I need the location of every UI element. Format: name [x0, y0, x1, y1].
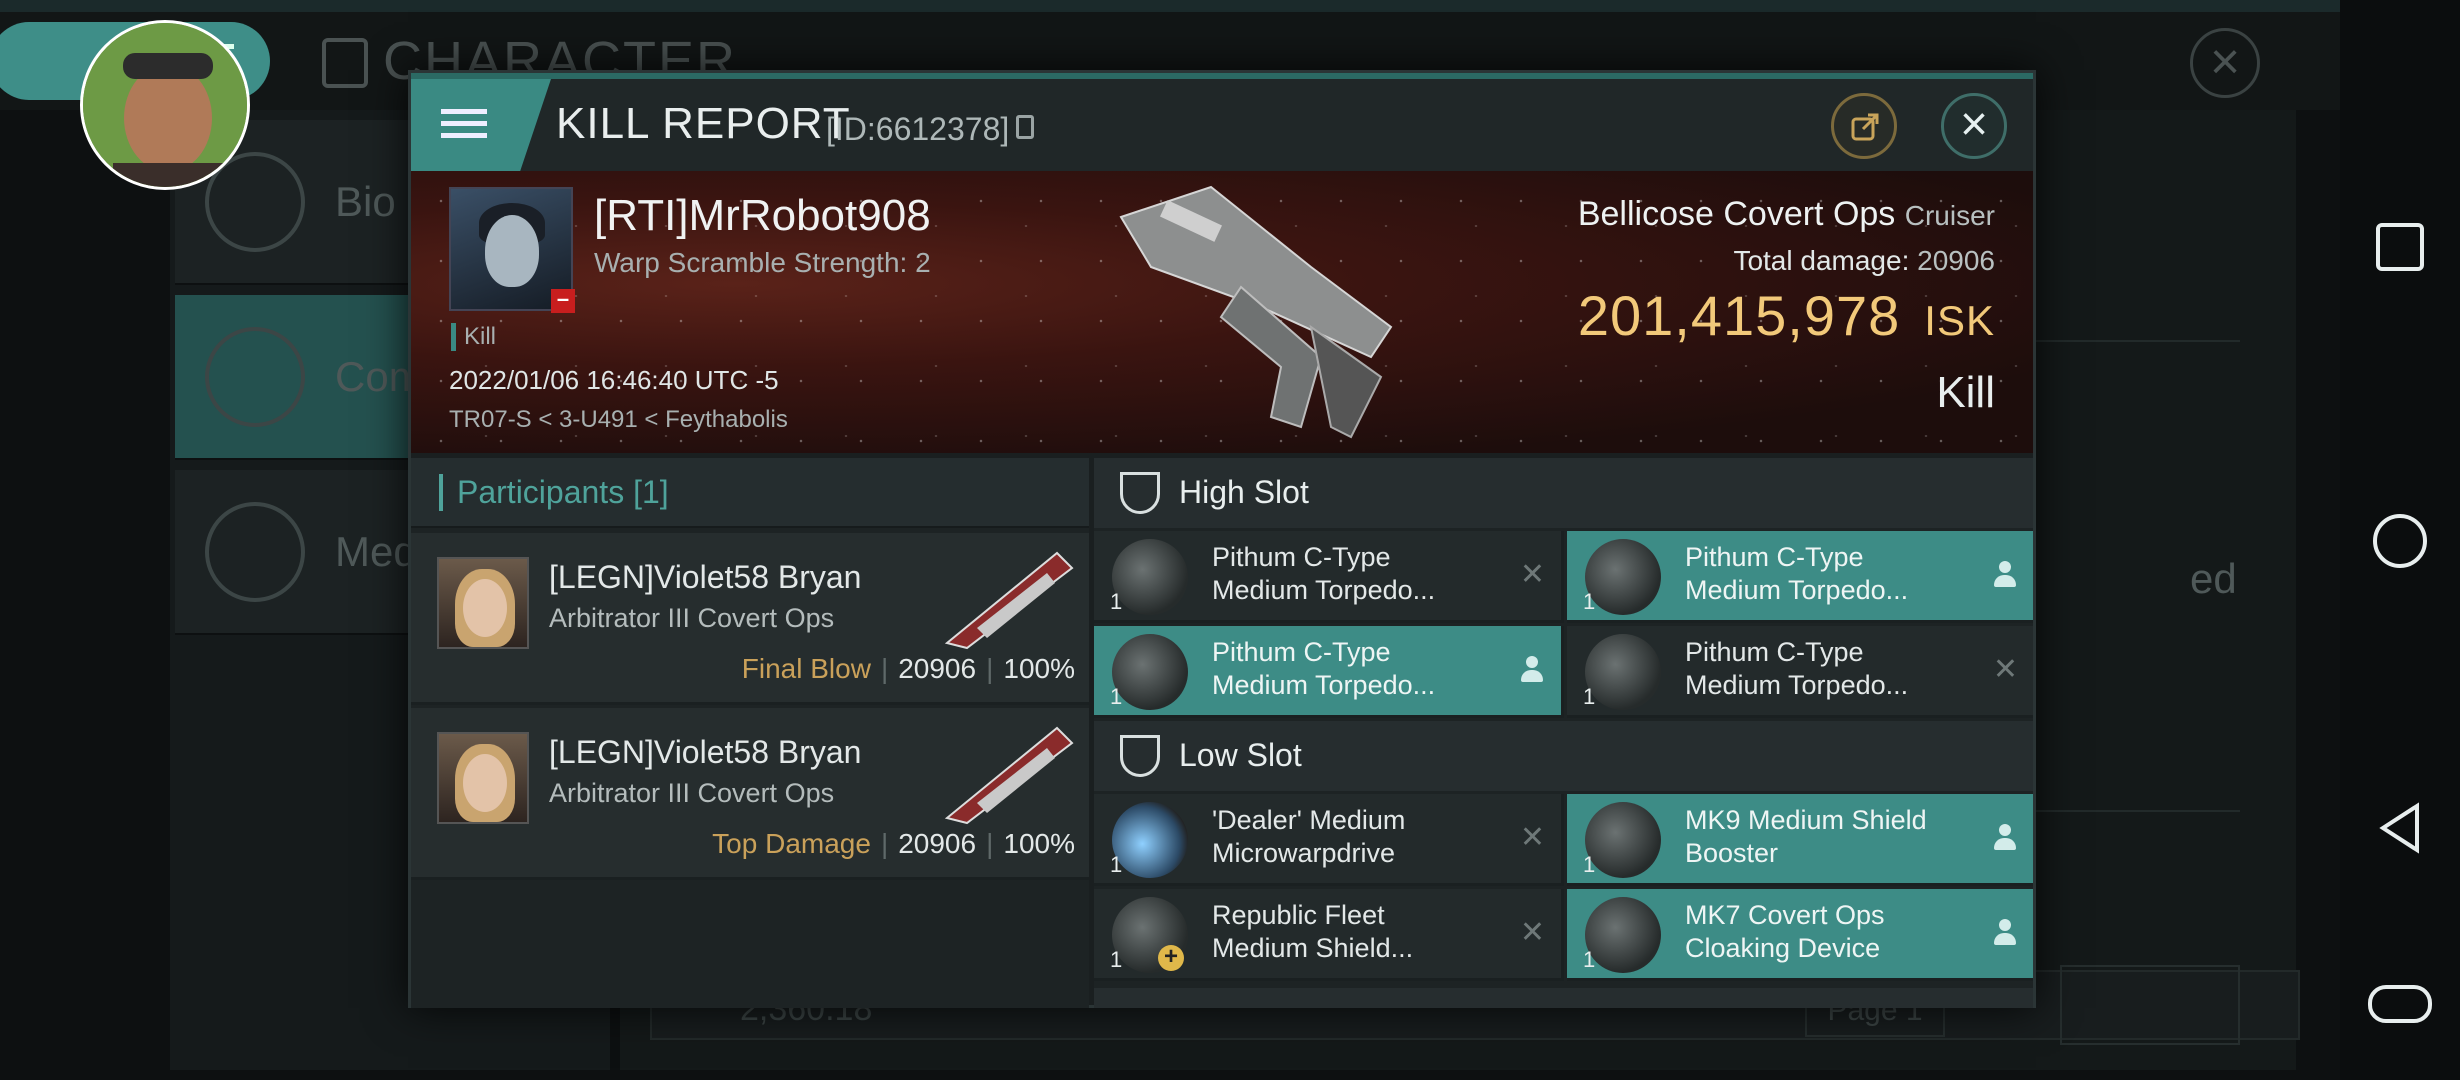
modal-header: KILL REPORT [ID:6612378] ×	[411, 79, 2033, 171]
dropped-person-icon	[1521, 656, 1543, 684]
victim-summary: – [RTI]MrRobot908 Warp Scramble Strength…	[411, 171, 2033, 453]
participant-portrait	[437, 557, 529, 649]
torpedo-launcher-icon	[1585, 539, 1661, 615]
recent-apps-icon[interactable]	[2376, 223, 2424, 271]
cloaking-device-icon	[1585, 897, 1661, 973]
participant-row[interactable]: [LEGN]Violet58 Bryan Arbitrator III Cove…	[411, 708, 1089, 880]
ship-image	[1119, 185, 1393, 439]
kill-id: [ID:6612378]	[826, 111, 1010, 147]
gamepad-icon[interactable]	[2368, 985, 2432, 1023]
background-close-icon[interactable]: ×	[2190, 28, 2260, 98]
plus-icon: +	[1158, 945, 1184, 971]
torpedo-launcher-icon	[1112, 539, 1188, 615]
warp-scramble-strength: Warp Scramble Strength: 2	[594, 247, 931, 278]
low-slot-icon	[1120, 735, 1160, 777]
isk-value: 201,415,978 ISK	[1577, 284, 1995, 347]
streamer-avatar	[80, 20, 250, 190]
torpedo-launcher-icon	[1585, 634, 1661, 710]
microwarpdrive-icon	[1112, 802, 1188, 878]
module-item[interactable]: 1 MK7 Covert Ops Cloaking Device	[1567, 889, 2033, 981]
total-damage: Total damage: 20906	[1733, 245, 1995, 276]
dropped-person-icon	[1994, 561, 2016, 589]
victim-portrait[interactable]: –	[449, 187, 575, 313]
victim-name[interactable]: [RTI]MrRobot908	[594, 191, 931, 241]
dropped-person-icon	[1994, 824, 2016, 852]
android-nav-bar	[2340, 0, 2460, 1080]
module-item[interactable]: 1 Pithum C-Type Medium Torpedo...	[1094, 626, 1564, 718]
filter-icon[interactable]	[2060, 965, 2240, 1045]
close-button[interactable]: ×	[1941, 93, 2007, 159]
kill-location: TR07-S < 3-U491 < Feythabolis	[449, 406, 788, 433]
background-text: ed	[2190, 555, 2237, 602]
copy-icon[interactable]	[1016, 115, 1034, 139]
kill-report-modal: KILL REPORT [ID:6612378] × – [RTI]MrRobo…	[408, 70, 2036, 1008]
participant-row[interactable]: [LEGN]Violet58 Bryan Arbitrator III Cove…	[411, 533, 1089, 705]
kill-tag: Kill	[451, 323, 496, 351]
modal-title: KILL REPORT	[556, 99, 851, 148]
destroyed-icon: ✕	[1992, 653, 2018, 686]
ship-name[interactable]: Bellicose Covert Ops Cruiser	[1578, 195, 1995, 234]
low-slot-header: Low Slot	[1094, 721, 2033, 791]
share-button[interactable]	[1831, 93, 1897, 159]
destroyed-icon: ✕	[1519, 821, 1545, 854]
shield-booster-icon	[1585, 802, 1661, 878]
next-slot-header	[1094, 988, 2033, 1008]
destroyed-icon: ✕	[1519, 558, 1545, 591]
destroyed-icon: ✕	[1519, 916, 1545, 949]
module-item[interactable]: 1 Pithum C-Type Medium Torpedo... ✕	[1567, 626, 2033, 718]
fitting-panel: High Slot 1 Pithum C-Type Medium Torpedo..…	[1094, 458, 2033, 1008]
kill-datetime: 2022/01/06 16:46:40 UTC -5	[449, 365, 779, 395]
module-item[interactable]: +1 Republic Fleet Medium Shield... ✕	[1094, 889, 1564, 981]
kill-result: Kill	[1936, 368, 1995, 417]
share-icon	[1851, 113, 1879, 141]
high-slot-header: High Slot	[1094, 458, 2033, 528]
star-icon	[205, 502, 305, 602]
swords-icon	[205, 327, 305, 427]
app-root: CHARACTER × Bio Com Med ed 2,360.18 Page…	[0, 0, 2460, 1080]
dropped-person-icon	[1994, 919, 2016, 947]
home-icon[interactable]	[2373, 514, 2427, 568]
modal-menu-button[interactable]	[411, 79, 551, 171]
avatar-image	[83, 23, 247, 187]
participants-header: Participants [1]	[411, 458, 1089, 528]
module-item[interactable]: 1 Pithum C-Type Medium Torpedo... ✕	[1094, 531, 1564, 623]
top-status-strip	[0, 0, 2340, 12]
back-icon[interactable]	[2373, 800, 2433, 860]
participants-panel: Participants [1] [LEGN]Violet58 Bryan Ar…	[411, 458, 1089, 1008]
module-item[interactable]: 1 Pithum C-Type Medium Torpedo...	[1567, 531, 2033, 623]
module-item[interactable]: 1 'Dealer' Medium Microwarpdrive ✕	[1094, 794, 1564, 886]
high-slot-icon	[1120, 472, 1160, 514]
participant-ship-image	[944, 726, 1074, 825]
minus-icon: –	[551, 288, 575, 313]
participant-portrait	[437, 732, 529, 824]
torpedo-launcher-icon	[1112, 634, 1188, 710]
module-item[interactable]: 1 MK9 Medium Shield Booster	[1567, 794, 2033, 886]
participant-ship-image	[944, 551, 1074, 650]
